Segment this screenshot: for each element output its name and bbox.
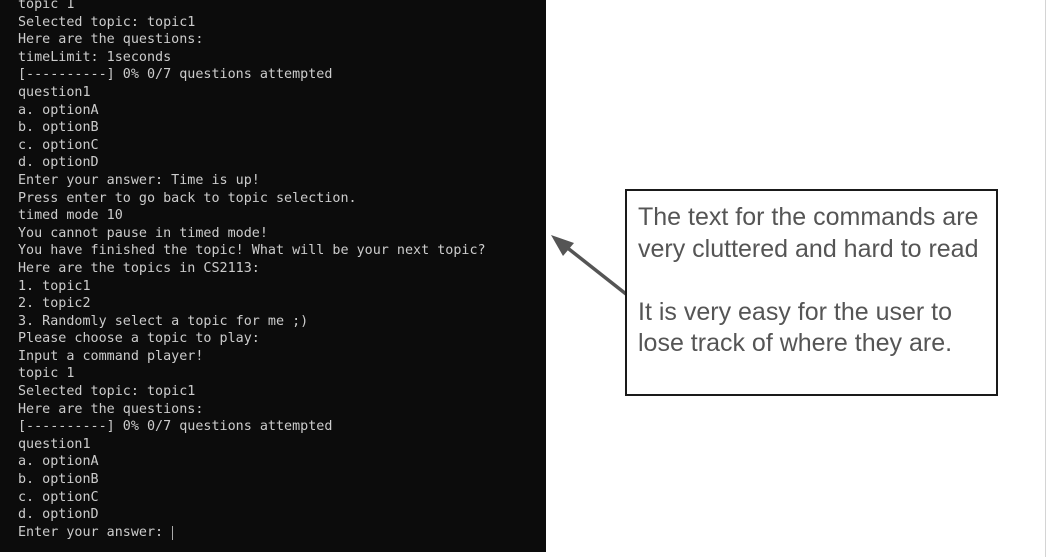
terminal-line: You have finished the topic! What will b…: [18, 243, 486, 259]
terminal-line: d. optionD: [18, 507, 99, 523]
terminal-window[interactable]: topic 1 Selected topic: topic1 Here are th…: [0, 0, 546, 552]
callout-text-2: It is very easy for the user to lose tra…: [638, 297, 953, 358]
terminal-line: b. optionB: [18, 472, 99, 488]
terminal-line: Input a command player!: [18, 348, 204, 364]
pointer-arrow-icon: [551, 235, 628, 296]
terminal-line: timed mode 10: [18, 208, 123, 224]
page-edge-divider: [1045, 0, 1046, 557]
terminal-line: Selected topic: topic1: [18, 14, 196, 30]
terminal-line: Press enter to go back to topic selectio…: [18, 190, 357, 206]
terminal-line: timeLimit: 1seconds: [18, 49, 172, 65]
arrow-shaft: [558, 240, 628, 296]
terminal-line: Here are the questions:: [18, 32, 204, 48]
terminal-line: 1. topic1: [18, 278, 91, 294]
terminal-line: question1: [18, 436, 91, 452]
terminal-line: a. optionA: [18, 454, 99, 470]
terminal-line: [----------] 0% 0/7 questions attempted: [18, 419, 333, 435]
terminal-line: Selected topic: topic1: [18, 384, 196, 400]
terminal-line: a. optionA: [18, 102, 99, 118]
terminal-line: 3. Randomly select a topic for me ;): [18, 313, 309, 329]
terminal-line: topic 1: [18, 366, 75, 382]
terminal-line: Here are the topics in CS2113:: [18, 260, 260, 276]
terminal-prompt: Enter your answer:: [18, 524, 164, 540]
terminal-line: topic 1: [18, 0, 75, 12]
text-cursor: [172, 525, 174, 540]
terminal-line: Please choose a topic to play:: [18, 331, 260, 347]
terminal-line: Enter your answer: Time is up!: [18, 172, 260, 188]
terminal-line: b. optionB: [18, 120, 99, 136]
terminal-output: topic 1 Selected topic: topic1 Here are th…: [18, 0, 486, 541]
terminal-prompt-line[interactable]: Enter your answer:: [18, 524, 486, 542]
terminal-line: d. optionD: [18, 155, 99, 171]
terminal-line: question1: [18, 84, 91, 100]
terminal-line: [----------] 0% 0/7 questions attempted: [18, 67, 333, 83]
terminal-line: You cannot pause in timed mode!: [18, 225, 268, 241]
terminal-line: Here are the questions:: [18, 401, 204, 417]
arrow-head: [551, 235, 574, 256]
terminal-line: c. optionC: [18, 137, 99, 153]
callout-text-1: The text for the commands are very clutt…: [638, 203, 979, 263]
terminal-line: 2. topic2: [18, 296, 91, 312]
terminal-line: c. optionC: [18, 489, 99, 505]
annotation-callout: The text for the commands are very clutt…: [625, 189, 998, 396]
